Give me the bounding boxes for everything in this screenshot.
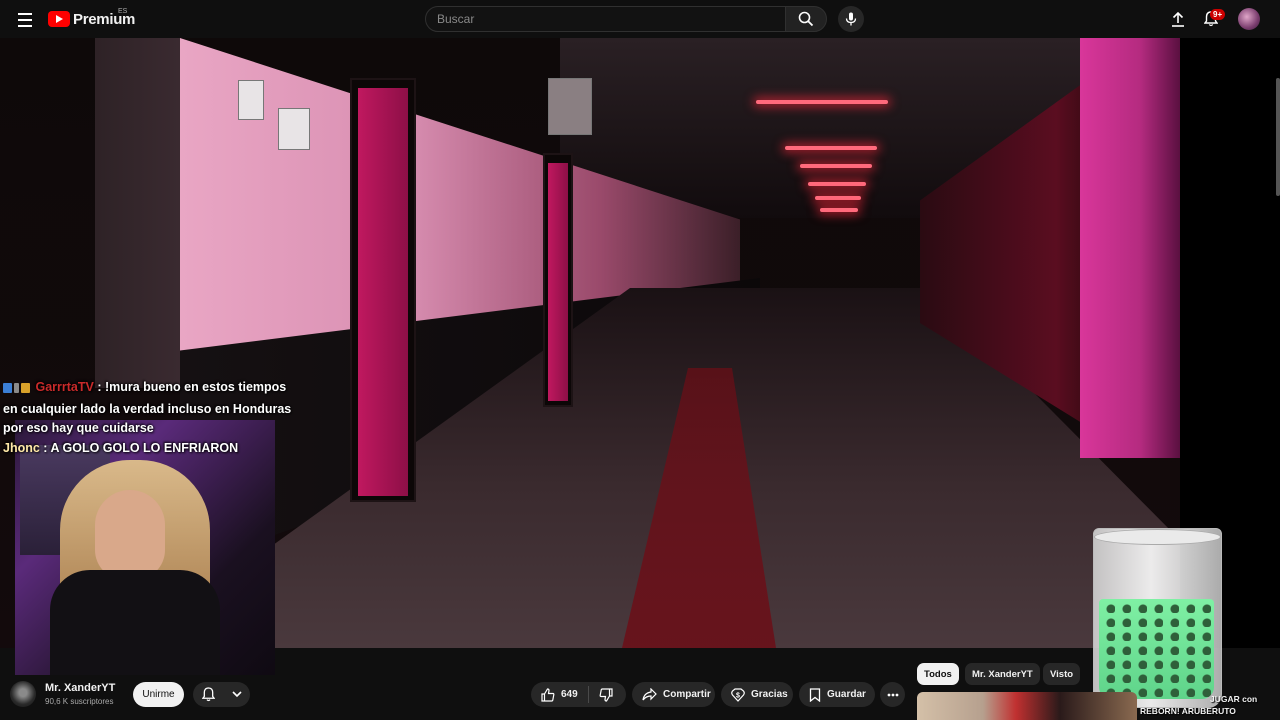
account-avatar[interactable]	[1238, 8, 1260, 30]
chat-message: Jhonc : A GOLO GOLO LO ENFRIARON	[3, 439, 303, 459]
scene-ceiling-lamp	[756, 100, 888, 104]
search-box	[425, 6, 787, 32]
like-dislike-group: 649	[531, 682, 626, 707]
create-icon	[1172, 11, 1184, 27]
more-icon	[887, 693, 898, 696]
subscription-notifications-button[interactable]	[193, 682, 250, 707]
scene-ceiling-lamp	[808, 182, 866, 186]
dislike-icon	[599, 687, 613, 702]
more-actions-button[interactable]	[880, 682, 905, 707]
notification-count-badge: 9+	[1210, 9, 1226, 20]
search-input[interactable]	[426, 7, 769, 31]
chip-channel[interactable]: Mr. XanderYT	[965, 663, 1040, 685]
scene-right-pillar	[1080, 38, 1180, 458]
like-count: 649	[561, 689, 578, 700]
cup-overlay	[1093, 528, 1222, 708]
chip-watched[interactable]: Visto	[1043, 663, 1081, 685]
scene-ceiling-lamp	[815, 196, 861, 200]
chat-username: Jhonc	[3, 440, 40, 455]
save-button[interactable]: Guardar	[799, 682, 875, 707]
like-icon	[541, 687, 555, 702]
subscriber-count: 90,6 K suscriptores	[45, 697, 114, 706]
youtube-logo-icon	[48, 11, 70, 27]
mic-icon	[845, 12, 857, 26]
voice-search-button[interactable]	[838, 6, 864, 32]
scene-sign	[278, 108, 310, 150]
share-icon	[642, 688, 657, 701]
thanks-button[interactable]: $ Gracias	[721, 682, 793, 707]
create-button[interactable]	[1167, 9, 1189, 29]
chat-text: : A GOLO GOLO LO ENFRIARON	[39, 440, 239, 455]
like-button[interactable]: 649	[531, 682, 588, 707]
related-video-title[interactable]: JUGAR con REBORN! ARUBERUTO	[1140, 693, 1257, 717]
search-icon	[798, 11, 814, 27]
chat-username: GarrrtaTV	[35, 380, 94, 394]
chat-overlay: GarrrtaTV : !mura bueno en estos tiempos…	[3, 378, 303, 458]
chip-all[interactable]: Todos	[917, 663, 959, 685]
thanks-icon: $	[731, 687, 745, 702]
menu-button[interactable]	[14, 9, 36, 29]
save-icon	[809, 687, 821, 702]
scene-ceiling-lamp	[800, 164, 872, 168]
share-label: Compartir	[663, 689, 711, 700]
menu-icon	[14, 13, 36, 27]
channel-avatar[interactable]	[10, 681, 36, 707]
search-button[interactable]	[785, 6, 827, 32]
scene-ceiling-lamp	[785, 146, 877, 150]
top-bar: Premium ES 9+	[0, 0, 1280, 38]
scene-door	[543, 153, 573, 407]
streamer-webcam	[15, 420, 275, 675]
scene-sign	[238, 80, 264, 120]
chat-message: GarrrtaTV : !mura bueno en estos tiempos…	[3, 378, 303, 439]
chevron-down-icon	[231, 691, 242, 698]
scene-left-pillar	[95, 38, 180, 388]
youtube-premium-logo[interactable]: Premium ES	[48, 8, 135, 28]
page-scrollbar[interactable]	[1276, 78, 1280, 196]
join-button[interactable]: Unirme	[133, 682, 184, 707]
region-code: ES	[118, 8, 128, 15]
bell-icon	[201, 687, 215, 702]
svg-text:$: $	[736, 692, 740, 699]
scene-door	[350, 78, 416, 502]
related-video-thumbnail[interactable]	[917, 692, 1137, 720]
related-video-title-line: REBORN! ARUBERUTO	[1140, 706, 1236, 716]
scene-sign	[548, 78, 592, 135]
share-button[interactable]: Compartir	[632, 682, 715, 707]
thanks-label: Gracias	[751, 689, 788, 700]
channel-name[interactable]: Mr. XanderYT	[45, 682, 115, 694]
save-label: Guardar	[827, 689, 866, 700]
scene-ceiling-lamp	[820, 208, 858, 212]
related-video-title-line: JUGAR con	[1210, 694, 1258, 704]
dislike-button[interactable]	[589, 682, 623, 707]
chat-badges	[3, 380, 32, 400]
